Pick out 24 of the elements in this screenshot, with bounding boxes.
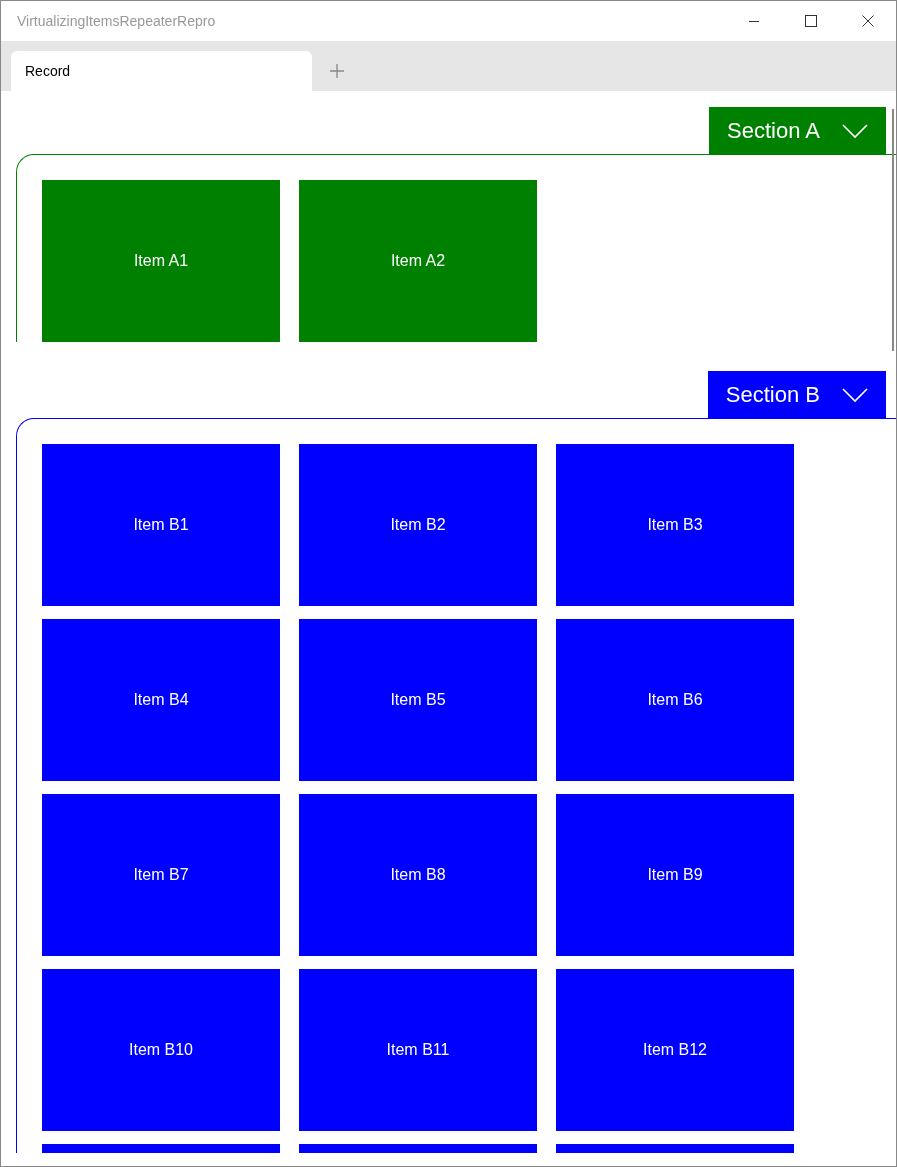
item-tile[interactable]: Item B11 (299, 969, 537, 1131)
item-tile[interactable]: Item B9 (556, 794, 794, 956)
section-header[interactable]: Section A (709, 107, 886, 154)
window-title: VirtualizingItemsRepeaterRepro (16, 13, 216, 29)
item-tile[interactable]: Item B3 (556, 444, 794, 606)
item-tile[interactable]: Item B4 (42, 619, 280, 781)
item-tile[interactable]: Item B6 (556, 619, 794, 781)
item-tile[interactable]: Item B5 (299, 619, 537, 781)
item-tile[interactable]: Item B8 (299, 794, 537, 956)
plus-icon (329, 63, 345, 79)
close-icon (861, 15, 874, 27)
chevron-icon (842, 122, 868, 139)
chevron-icon (842, 386, 868, 403)
item-tile[interactable]: Item B2 (299, 444, 537, 606)
item-tile[interactable]: Item B10 (42, 969, 280, 1131)
item-tile[interactable]: Item B7 (42, 794, 280, 956)
item-tile[interactable]: Item B1 (42, 444, 280, 606)
item-tile[interactable]: Item B12 (556, 969, 794, 1131)
maximize-icon (804, 15, 817, 27)
section-header[interactable]: Section B (707, 371, 886, 418)
scrollbar[interactable] (892, 109, 894, 351)
item-tile[interactable]: Item A1 (42, 180, 280, 342)
item-tile[interactable]: Item A2 (299, 180, 537, 342)
tab[interactable]: Record (11, 51, 312, 91)
